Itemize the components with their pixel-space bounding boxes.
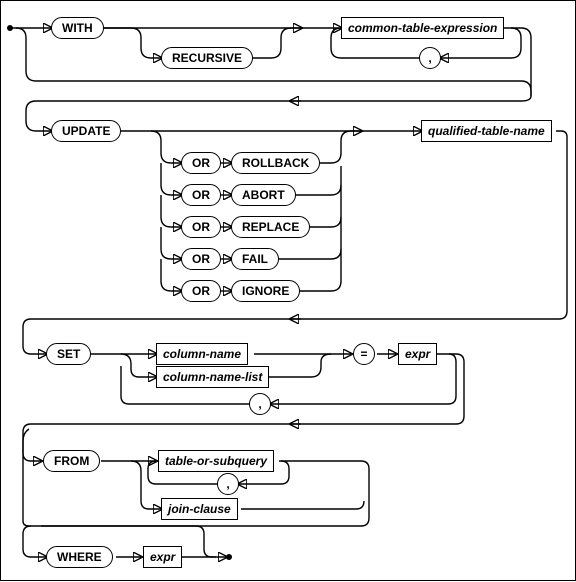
ref-column-name-list: column-name-list	[156, 366, 269, 388]
keyword-where: WHERE	[46, 546, 113, 568]
comma-from-loop: ,	[217, 473, 239, 495]
ref-expr-where: expr	[143, 546, 182, 568]
syntax-diagram: WITH RECURSIVE common-table-expression ,…	[0, 0, 576, 581]
equals-sign: =	[353, 343, 375, 365]
ref-expr-set: expr	[398, 343, 437, 365]
keyword-or-1: OR	[181, 152, 221, 174]
keyword-replace: REPLACE	[231, 216, 310, 238]
ref-join-clause: join-clause	[161, 498, 238, 520]
keyword-fail: FAIL	[231, 248, 279, 270]
ref-table-or-subquery: table-or-subquery	[158, 450, 274, 472]
keyword-set: SET	[46, 343, 91, 365]
keyword-or-4: OR	[181, 248, 221, 270]
ref-qualified-table-name: qualified-table-name	[421, 120, 552, 142]
ref-column-name: column-name	[156, 343, 248, 365]
keyword-update: UPDATE	[51, 120, 121, 142]
start-dot	[7, 25, 13, 31]
keyword-or-5: OR	[181, 280, 221, 302]
keyword-with: WITH	[51, 17, 104, 39]
keyword-or-3: OR	[181, 216, 221, 238]
keyword-ignore: IGNORE	[231, 280, 300, 302]
keyword-from: FROM	[43, 450, 100, 472]
keyword-rollback: ROLLBACK	[231, 152, 320, 174]
comma-set-loop: ,	[249, 393, 271, 415]
comma-cte-loop: ,	[419, 47, 441, 69]
keyword-or-2: OR	[181, 184, 221, 206]
end-dot	[226, 554, 232, 560]
keyword-recursive: RECURSIVE	[161, 47, 253, 69]
ref-common-table-expression: common-table-expression	[341, 17, 504, 39]
keyword-abort: ABORT	[231, 184, 296, 206]
